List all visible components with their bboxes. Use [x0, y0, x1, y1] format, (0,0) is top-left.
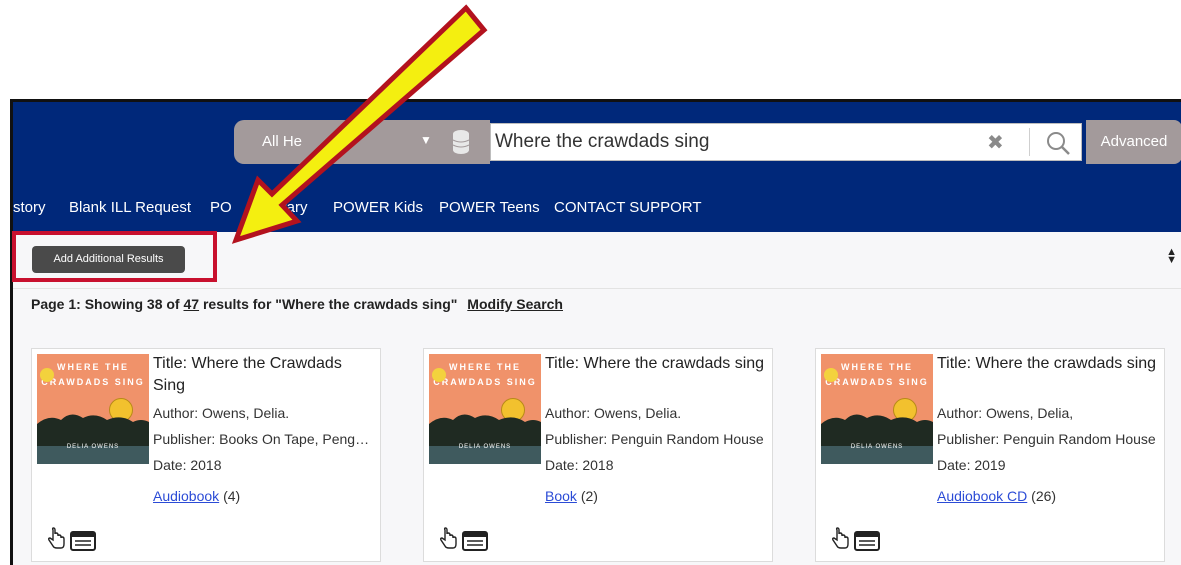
search-scope-dropdown[interactable]: All He ▼	[234, 120, 490, 164]
card-format: Audiobook (4)	[153, 488, 240, 504]
search-scope-label: All He	[262, 133, 303, 150]
cover-landscape	[821, 414, 933, 464]
card-title[interactable]: Title: Where the crawdads sing	[937, 353, 1159, 375]
hand-pointer-icon[interactable]	[436, 527, 460, 551]
format-link[interactable]: Audiobook CD	[937, 488, 1027, 504]
format-count: (26)	[1031, 488, 1057, 504]
nav-item-blank-ill-request[interactable]: Blank ILL Request	[69, 199, 191, 216]
card-date: Date: 2018	[545, 457, 614, 473]
results-total-link[interactable]: 47	[183, 296, 199, 312]
results-summary: Page 1: Showing 38 of 47 results for "Wh…	[31, 296, 563, 312]
nav-item-power-teens[interactable]: POWER Teens	[439, 199, 540, 216]
card-author: Author: Owens, Delia,	[937, 405, 1074, 421]
card-author: Author: Owens, Delia.	[153, 405, 290, 421]
card-author: Author: Owens, Delia.	[545, 405, 682, 421]
result-card[interactable]: WHERE THE CRAWDADS SING DELIA OWENS Titl…	[423, 348, 773, 562]
top-header-bar: All He ▼ ✖ Advanced	[13, 102, 1181, 190]
book-cover[interactable]: WHERE THE CRAWDADS SING DELIA OWENS	[429, 354, 541, 464]
format-link[interactable]: Audiobook	[153, 488, 219, 504]
nav-item-power-library[interactable]: ibrary	[270, 199, 308, 216]
modify-search-link[interactable]: Modify Search	[467, 296, 563, 312]
nav-item-power-kids[interactable]: POWER Kids	[333, 199, 423, 216]
result-card[interactable]: WHERE THE CRAWDADS SING DELIA OWENS Titl…	[31, 348, 381, 562]
format-count: (4)	[223, 488, 241, 504]
sort-toggle-icon[interactable]: ▲ ▼	[1166, 247, 1177, 266]
results-summary-prefix: Page 1: Showing 38 of	[31, 296, 180, 312]
cover-badge-icon	[824, 368, 838, 382]
cover-badge-icon	[40, 368, 54, 382]
cover-author-text: DELIA OWENS	[66, 444, 120, 450]
nav-item-history[interactable]: story	[13, 199, 46, 216]
results-summary-suffix: results for "Where the crawdads sing"	[202, 296, 458, 312]
card-publisher: Publisher: Penguin Random House	[937, 431, 1156, 447]
card-title[interactable]: Title: Where the Crawdads Sing	[153, 353, 375, 397]
book-cover[interactable]: WHERE THE CRAWDADS SING DELIA OWENS	[821, 354, 933, 464]
main-nav: story Blank ILL Request PO ibrary POWER …	[13, 190, 1181, 232]
catalog-record-icon[interactable]	[70, 531, 96, 551]
cover-author-text: DELIA OWENS	[850, 444, 904, 450]
cover-author-text: DELIA OWENS	[458, 444, 512, 450]
card-publisher: Publisher: Books On Tape, Pengui...	[153, 431, 375, 447]
format-count: (2)	[580, 488, 598, 504]
annotation-highlight-box	[12, 231, 217, 282]
card-title[interactable]: Title: Where the crawdads sing	[545, 353, 767, 375]
nav-item-power-library-prefix[interactable]: PO	[210, 199, 232, 216]
clear-search-icon[interactable]: ✖	[987, 130, 1004, 155]
result-card[interactable]: WHERE THE CRAWDADS SING DELIA OWENS Titl…	[815, 348, 1165, 562]
advanced-search-button[interactable]: Advanced	[1086, 120, 1181, 164]
format-link[interactable]: Book	[545, 488, 577, 504]
card-date: Date: 2018	[153, 457, 222, 473]
hand-pointer-icon[interactable]	[828, 527, 852, 551]
card-publisher: Publisher: Penguin Random House	[545, 431, 764, 447]
book-cover[interactable]: WHERE THE CRAWDADS SING DELIA OWENS	[37, 354, 149, 464]
search-divider	[1029, 128, 1030, 156]
cover-landscape	[429, 414, 541, 464]
cover-badge-icon	[432, 368, 446, 382]
cover-landscape	[37, 414, 149, 464]
catalog-record-icon[interactable]	[854, 531, 880, 551]
app-window: All He ▼ ✖ Advanced story Blank ILL Requ…	[10, 99, 1181, 565]
card-format: Audiobook CD (26)	[937, 488, 1056, 504]
database-icon	[452, 130, 470, 154]
search-icon[interactable]	[1044, 129, 1072, 157]
chevron-down-icon: ▼	[420, 133, 432, 147]
card-format: Book (2)	[545, 488, 598, 504]
hand-pointer-icon[interactable]	[44, 527, 68, 551]
nav-item-contact-support[interactable]: CONTACT SUPPORT	[554, 199, 702, 216]
catalog-record-icon[interactable]	[462, 531, 488, 551]
search-bar: All He ▼ ✖ Advanced	[234, 120, 1181, 164]
card-date: Date: 2019	[937, 457, 1006, 473]
